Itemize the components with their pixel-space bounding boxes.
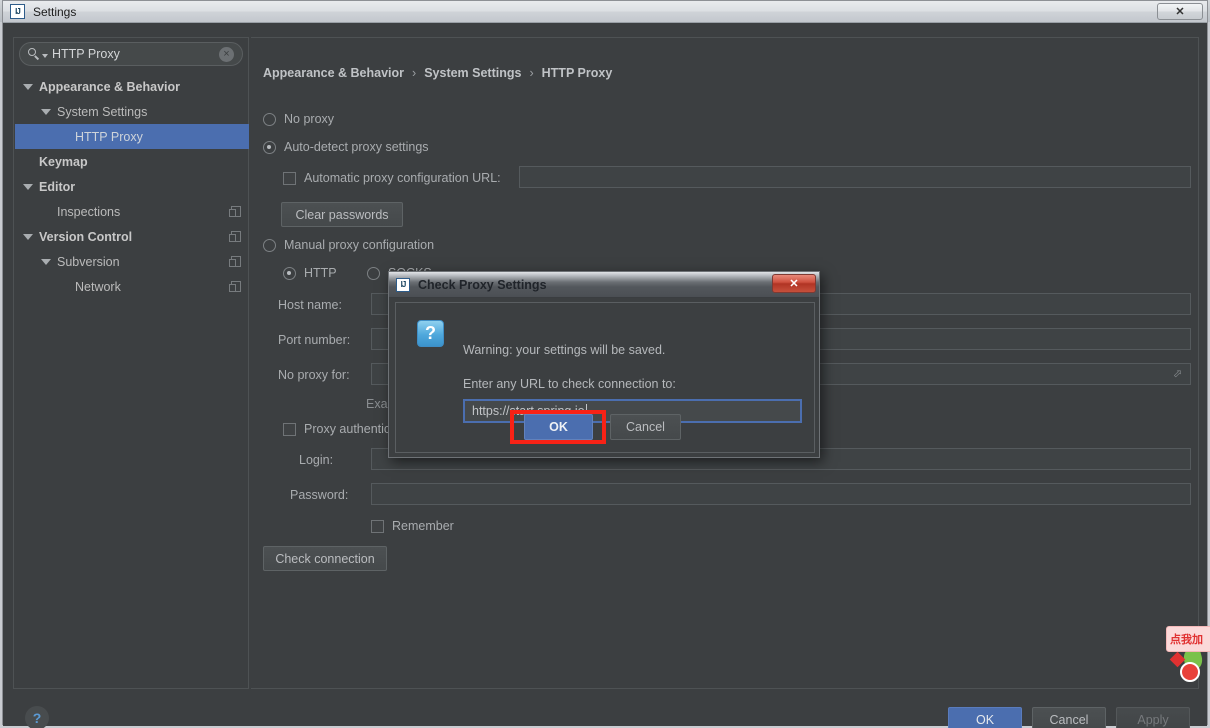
tree-twisty-icon[interactable] (23, 183, 33, 190)
search-input-value: HTTP Proxy (52, 47, 120, 61)
search-input[interactable]: HTTP Proxy × (19, 42, 243, 66)
apply-button: Apply (1116, 707, 1190, 728)
check-proxy-settings-dialog: IJ Check Proxy Settings ✕ ? Warning: you… (388, 271, 820, 458)
sidebar-item-http-proxy[interactable]: HTTP Proxy (15, 124, 249, 149)
dialog-title-bar: IJ Check Proxy Settings ✕ (389, 272, 819, 298)
checkbox-proxy-authentication-label: Proxy authentic (304, 422, 391, 436)
check-connection-button[interactable]: Check connection (263, 546, 387, 571)
dialog-body: ? Warning: your settings will be saved. … (395, 302, 815, 453)
sidebar-item-subversion[interactable]: Subversion (15, 249, 249, 274)
ok-button[interactable]: OK (948, 707, 1022, 728)
checkbox-remember-indicator (371, 519, 384, 533)
dialog-warning-text: Warning: your settings will be saved. (463, 343, 666, 357)
sidebar-item-label: Editor (39, 179, 76, 194)
radio-http[interactable]: HTTP (283, 266, 337, 280)
tree-twisty-icon[interactable] (23, 83, 33, 90)
radio-http-label: HTTP (304, 266, 337, 280)
radio-auto-detect-label: Auto-detect proxy settings (284, 140, 429, 154)
radio-no-proxy-indicator (263, 112, 276, 126)
sidebar-item-system-settings[interactable]: System Settings (15, 99, 249, 124)
search-icon (28, 48, 40, 60)
chevron-down-icon (42, 53, 48, 58)
intellij-idea-icon: IJ (10, 4, 25, 19)
checkbox-remember[interactable]: Remember (371, 519, 454, 533)
copy-icon[interactable] (229, 231, 241, 242)
sidebar-item-label: Keymap (39, 154, 88, 169)
sidebar-item-version-control[interactable]: Version Control (15, 224, 249, 249)
sidebar-item-label: Inspections (57, 204, 121, 219)
window-title-text: Settings (33, 4, 77, 19)
sidebar-item-network[interactable]: Network (15, 274, 249, 299)
sidebar-item-label: HTTP Proxy (75, 129, 143, 144)
intellij-idea-icon: IJ (396, 277, 410, 292)
expand-icon[interactable]: ⬀ (1173, 369, 1184, 380)
sidebar-item-appearance-behavior[interactable]: Appearance & Behavior (15, 74, 249, 99)
radio-auto-detect-indicator (263, 140, 276, 154)
checkbox-automatic-proxy-url[interactable]: Automatic proxy configuration URL: (283, 171, 501, 185)
sidebar-item-inspections[interactable]: Inspections (15, 199, 249, 224)
password-label: Password: (290, 488, 349, 502)
radio-manual-proxy-label: Manual proxy configuration (284, 238, 435, 252)
clear-passwords-button[interactable]: Clear passwords (281, 202, 403, 227)
clear-icon[interactable]: × (219, 46, 234, 62)
radio-manual-proxy[interactable]: Manual proxy configuration (263, 238, 434, 252)
sidebar-item-label: System Settings (57, 104, 148, 119)
question-icon: ? (417, 320, 444, 347)
copy-icon[interactable] (229, 281, 241, 292)
sidebar-item-label: Version Control (39, 229, 133, 244)
checkbox-proxy-authentication[interactable]: Proxy authentic (283, 422, 390, 436)
screen-root: IJ Settings ✕ HTTP Proxy × Appearance & … (0, 0, 1210, 728)
dialog-title-text: Check Proxy Settings (418, 277, 547, 292)
window-title-bar: IJ Settings ✕ (3, 1, 1207, 23)
help-button[interactable]: ? (25, 706, 49, 728)
sidebar-item-label: Subversion (57, 254, 120, 269)
sidebar-item-label: Appearance & Behavior (39, 79, 181, 94)
dialog-close-button[interactable]: ✕ (772, 274, 816, 293)
no-proxy-for-label: No proxy for: (278, 368, 350, 382)
window-close-button[interactable]: ✕ (1157, 3, 1203, 20)
checkbox-remember-label: Remember (392, 519, 454, 533)
sidebar-item-editor[interactable]: Editor (15, 174, 249, 199)
radio-socks-indicator (367, 266, 380, 280)
automatic-proxy-url-input[interactable] (519, 166, 1191, 188)
radio-http-indicator (283, 266, 296, 280)
checkbox-proxy-authentication-indicator (283, 422, 296, 436)
port-number-label: Port number: (278, 333, 351, 347)
checkbox-automatic-proxy-url-label: Automatic proxy configuration URL: (304, 171, 501, 185)
example-label: Exa (366, 397, 388, 411)
radio-manual-proxy-indicator (263, 238, 276, 252)
tree-twisty-icon[interactable] (23, 233, 33, 240)
host-name-label: Host name: (278, 298, 342, 312)
sidebar-item-label: Network (75, 279, 121, 294)
radio-no-proxy-label: No proxy (284, 112, 335, 126)
radio-auto-detect-proxy[interactable]: Auto-detect proxy settings (263, 140, 429, 154)
radio-no-proxy[interactable]: No proxy (263, 112, 334, 126)
tree-twisty-icon[interactable] (41, 258, 51, 265)
settings-sidebar: HTTP Proxy × Appearance & Behavior System… (13, 37, 249, 689)
password-input[interactable] (371, 483, 1191, 505)
dialog-cancel-button[interactable]: Cancel (610, 414, 681, 440)
checkbox-automatic-proxy-url-indicator (283, 171, 296, 185)
copy-icon[interactable] (229, 256, 241, 267)
cancel-button[interactable]: Cancel (1032, 707, 1106, 728)
sidebar-item-keymap[interactable]: Keymap (15, 149, 249, 174)
dialog-ok-button[interactable]: OK (524, 414, 593, 440)
dialog-prompt-text: Enter any URL to check connection to: (463, 377, 676, 391)
copy-icon[interactable] (229, 206, 241, 217)
login-label: Login: (299, 453, 334, 467)
tree-twisty-icon[interactable] (41, 108, 51, 115)
settings-tree: Appearance & Behavior System Settings HTTP… (15, 74, 249, 299)
